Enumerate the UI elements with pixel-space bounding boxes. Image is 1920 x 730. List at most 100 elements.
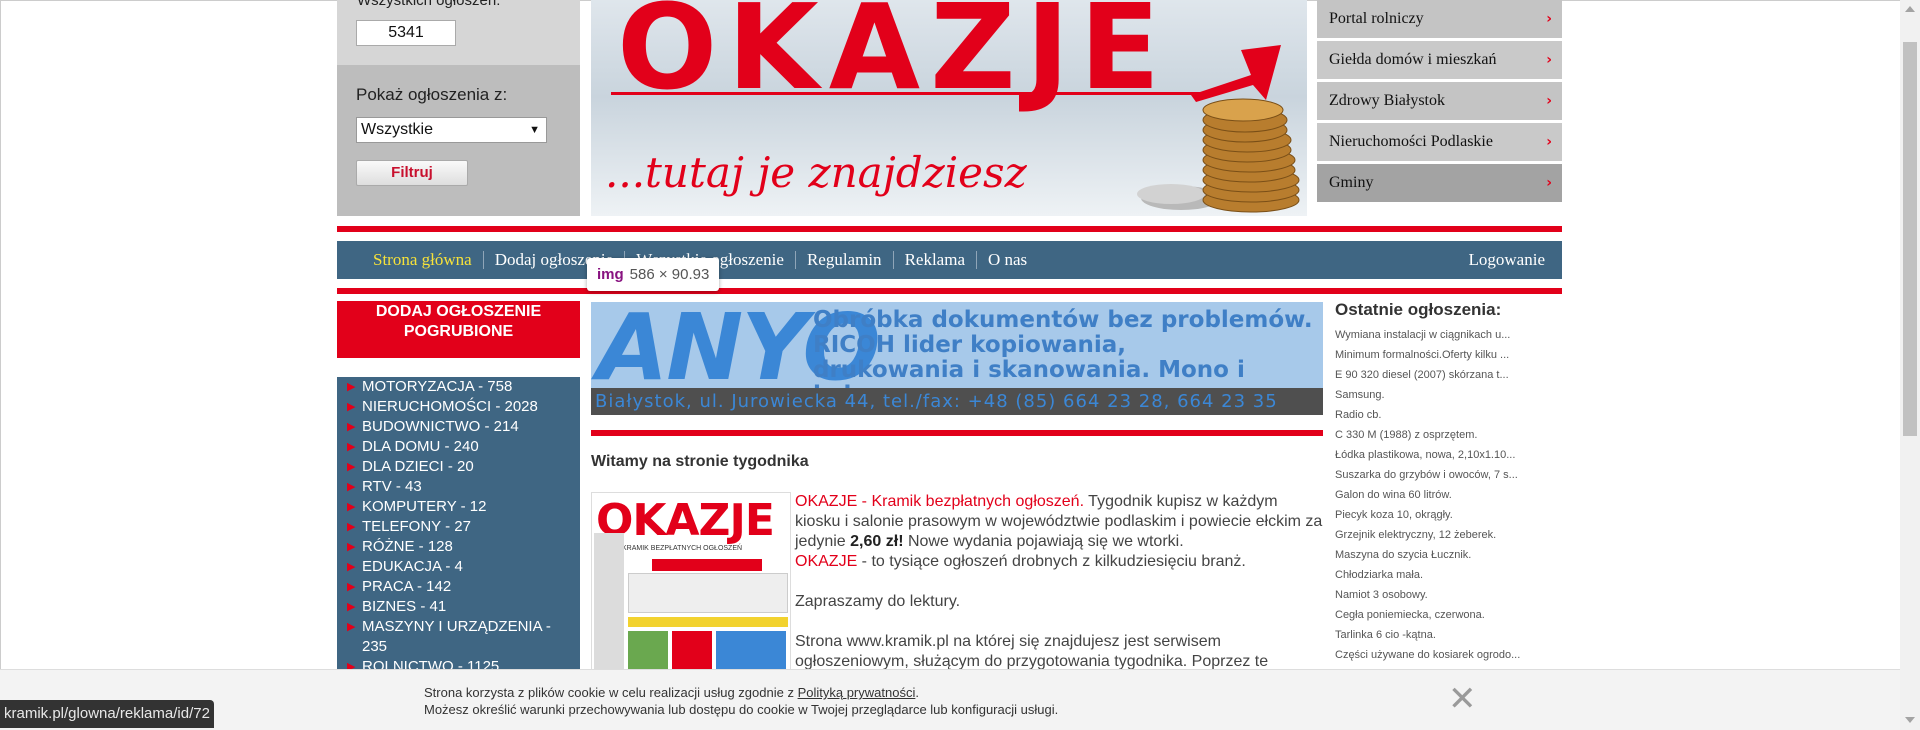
- scroll-down-arrow-icon[interactable]: [1905, 717, 1915, 723]
- category-label: 235: [362, 638, 388, 655]
- ad-count-label: Wszystkich ogłoszeń:: [357, 0, 501, 9]
- latest-ad-link[interactable]: Cegła poniemiecka, czerwona.: [1335, 605, 1562, 625]
- ad-text-line: Obróbka dokumentów bez problemów.: [813, 307, 1313, 333]
- latest-ad-link[interactable]: Suszarka do grzybów i owoców, 7 s...: [1335, 465, 1562, 485]
- partner-link-label: Zdrowy Białystok: [1329, 92, 1445, 109]
- latest-ad-link[interactable]: Maszyna do szycia Łucznik.: [1335, 545, 1562, 565]
- filter-box: Pokaż ogłoszenia z: Wszystkie ▼ Filtruj: [337, 65, 580, 216]
- partner-link-zdrowy-bialystok[interactable]: Zdrowy Białystok ›: [1317, 82, 1562, 120]
- dropdown-arrow-icon: ▼: [529, 124, 540, 136]
- filter-label: Pokaż ogłoszenia z:: [356, 85, 508, 104]
- nav-item-rules[interactable]: Regulamin: [794, 251, 893, 269]
- promo-line-1: DODAJ OGŁOSZENIE: [375, 303, 542, 320]
- category-item[interactable]: ▶ KOMPUTERY - 12: [337, 497, 580, 517]
- latest-ad-link[interactable]: Galon do wina 60 litrów.: [1335, 485, 1562, 505]
- divider-red: [337, 288, 1562, 294]
- category-item[interactable]: ▶ MASZYNY I URZĄDZENIA -: [337, 617, 580, 637]
- banner-arrow-line: [611, 92, 1211, 95]
- category-item[interactable]: ▶ MOTORYZACJA - 758: [337, 377, 580, 397]
- category-item[interactable]: ▶ RTV - 43: [337, 477, 580, 497]
- category-item[interactable]: ▶ EDUKACJA - 4: [337, 557, 580, 577]
- caret-right-icon: ▶: [347, 581, 356, 593]
- caret-right-icon: ▶: [347, 561, 356, 573]
- promo-line-2: POGRUBIONE: [403, 323, 514, 340]
- latest-ad-link[interactable]: Łódka plastikowa, nowa, 2,10x1.10...: [1335, 445, 1562, 465]
- latest-ad-link[interactable]: C 330 M (1988) z osprzętem.: [1335, 425, 1562, 445]
- coins-image: [1137, 98, 1300, 213]
- category-item[interactable]: ▶ PRACA - 142: [337, 577, 580, 597]
- caret-right-icon: ▶: [347, 441, 356, 453]
- cookie-text-span: Strona korzysta z plików cookie w celu r…: [424, 685, 798, 700]
- intro-text-span: - to tysiące ogłoszeń drobnych z kilkudz…: [857, 553, 1246, 570]
- category-item[interactable]: ▶ BUDOWNICTWO - 214: [337, 417, 580, 437]
- partner-link-label: Gminy: [1329, 174, 1374, 191]
- category-item[interactable]: ▶ DLA DOMU - 240: [337, 437, 580, 457]
- caret-right-icon: ▶: [347, 541, 356, 553]
- latest-ads-title: Ostatnie ogłoszenia:: [1335, 300, 1502, 319]
- category-label: DLA DOMU - 240: [362, 438, 479, 455]
- nav-item-about[interactable]: O nas: [975, 251, 1038, 269]
- anyo-ad-banner[interactable]: ANYO Obróbka dokumentów bez problemów. R…: [591, 302, 1323, 415]
- privacy-policy-link[interactable]: Polityką prywatności: [798, 685, 916, 700]
- partner-link-portal-rolniczy[interactable]: Portal rolniczy ›: [1317, 0, 1562, 38]
- caret-right-icon: ▶: [347, 621, 356, 633]
- intro-brand: OKAZJE - Kramik bezpłatnych ogłoszeń.: [795, 493, 1085, 510]
- ad-count-box: Wszystkich ogłoszeń: 5341: [337, 0, 580, 65]
- latest-ad-link[interactable]: Radio cb.: [1335, 405, 1562, 425]
- category-item[interactable]: ▶ BIZNES - 41: [337, 597, 580, 617]
- intro-text-span: Nowe wydania pojawiają się we wtorki.: [903, 533, 1184, 550]
- latest-ad-link[interactable]: Chłodziarka mała.: [1335, 565, 1562, 585]
- scrollbar-thumb[interactable]: [1903, 42, 1917, 436]
- latest-ad-link[interactable]: Części używane do kosiarek ogrodo...: [1335, 645, 1562, 665]
- partner-link-nieruchomosci-podlaskie[interactable]: Nieruchomości Podlaskie ›: [1317, 123, 1562, 161]
- category-label: PRACA - 142: [362, 578, 452, 595]
- welcome-heading: Witamy na stronie tygodnika: [591, 453, 809, 470]
- latest-ad-link[interactable]: Grzejnik elektryczny, 12 żeberek.: [1335, 525, 1562, 545]
- category-label: KOMPUTERY - 12: [362, 498, 487, 515]
- latest-ad-link[interactable]: Namiot 3 osobowy.: [1335, 585, 1562, 605]
- category-item[interactable]: ▶ DLA DZIECI - 20: [337, 457, 580, 477]
- close-icon[interactable]: ✕: [1448, 682, 1477, 716]
- latest-ad-link[interactable]: Tarlinka 6 cio -kątna.: [1335, 625, 1562, 645]
- category-item[interactable]: ▶ NIERUCHOMOŚCI - 2028: [337, 397, 580, 417]
- vertical-scrollbar[interactable]: [1900, 0, 1920, 730]
- banner-logo-text: OKAZJE: [617, 0, 1171, 116]
- partner-link-gielda-domow[interactable]: Giełda domów i mieszkań ›: [1317, 41, 1562, 79]
- category-label: MASZYNY I URZĄDZENIA -: [362, 618, 551, 635]
- caret-right-icon: ▶: [347, 501, 356, 513]
- caret-right-icon: ▶: [347, 381, 356, 393]
- intro-text: OKAZJE - Kramik bezpłatnych ogłoszeń. Ty…: [795, 492, 1327, 692]
- category-item-continued[interactable]: 235: [337, 637, 580, 657]
- category-label: BIZNES - 41: [362, 598, 447, 615]
- latest-ad-link[interactable]: Wymiana instalacji w ciągnikach u...: [1335, 325, 1562, 345]
- category-label: MOTORYZACJA - 758: [362, 378, 513, 395]
- latest-ad-link[interactable]: Minimum formalności.Oferty kilku ...: [1335, 345, 1562, 365]
- caret-right-icon: ▶: [347, 601, 356, 613]
- intro-paragraph-3: Strona www.kramik.pl na której się znajd…: [795, 633, 1269, 670]
- login-link[interactable]: Logowanie: [1469, 241, 1545, 279]
- filter-select[interactable]: Wszystkie ▼: [356, 117, 547, 143]
- add-bold-ad-button[interactable]: DODAJ OGŁOSZENIE POGRUBIONE: [337, 301, 580, 358]
- devtools-element-tooltip: img 586 × 90.93: [587, 258, 720, 291]
- header-banner[interactable]: OKAZJE ...tutaj je znajdziesz: [591, 0, 1307, 216]
- scroll-up-arrow-icon[interactable]: [1905, 6, 1915, 12]
- category-item[interactable]: ▶ TELEFONY - 27: [337, 517, 580, 537]
- caret-right-icon: ▶: [347, 461, 356, 473]
- ad-contact-line: Białystok, ul. Jurowiecka 44, tel./fax: …: [591, 388, 1323, 415]
- partner-links-menu: Portal rolniczy › Giełda domów i mieszka…: [1317, 0, 1562, 205]
- chevron-right-icon: ›: [1546, 52, 1552, 68]
- partner-link-gminy[interactable]: Gminy ›: [1317, 164, 1562, 202]
- main-nav: Strona główna Dodaj ogłoszenie Wszystkie…: [337, 241, 1562, 279]
- intro-paragraph-1: OKAZJE - Kramik bezpłatnych ogłoszeń. Ty…: [795, 492, 1327, 572]
- latest-ad-link[interactable]: E 90 320 diesel (2007) skórzana t...: [1335, 365, 1562, 385]
- category-item[interactable]: ▶ RÓŻNE - 128: [337, 537, 580, 557]
- latest-ad-link[interactable]: Samsung.: [1335, 385, 1562, 405]
- filter-button[interactable]: Filtruj: [356, 160, 468, 186]
- latest-ad-link[interactable]: Piecyk koza 10, okrągły.: [1335, 505, 1562, 525]
- cookie-line-1: Strona korzysta z plików cookie w celu r…: [424, 684, 1058, 701]
- nav-item-advertising[interactable]: Reklama: [892, 251, 976, 269]
- ad-count-field[interactable]: 5341: [356, 20, 456, 46]
- tooltip-dimensions: 586 × 90.93: [629, 266, 710, 283]
- nav-item-home[interactable]: Strona główna: [373, 251, 483, 269]
- caret-right-icon: ▶: [347, 421, 356, 433]
